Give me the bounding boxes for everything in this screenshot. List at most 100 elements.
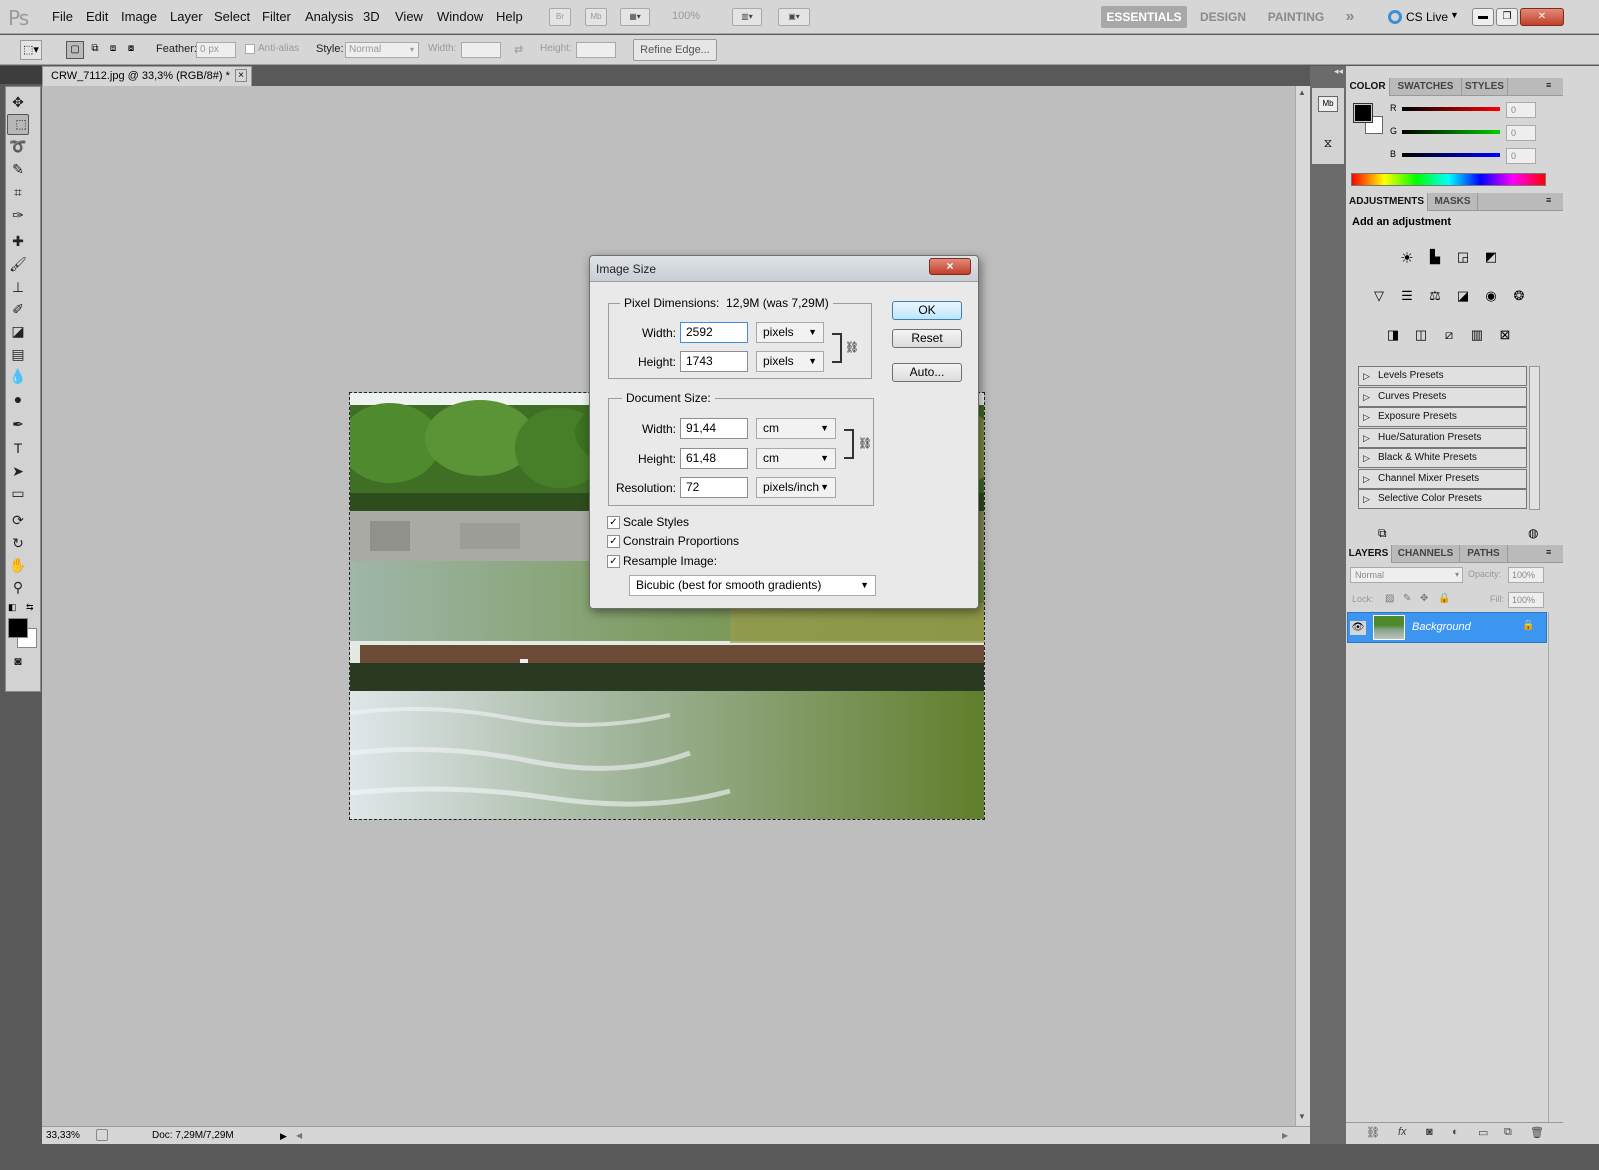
minibridge-panel-icon[interactable]: Mb	[1318, 96, 1338, 112]
history-panel-icon[interactable]: ⧖	[1318, 136, 1338, 154]
subtract-selection-icon[interactable]: ⧈	[104, 41, 122, 59]
crop-tool-icon[interactable]: ⌗	[7, 182, 29, 202]
lasso-tool-icon[interactable]: ➰	[7, 136, 29, 156]
move-tool-icon[interactable]: ✥	[7, 92, 29, 112]
pd-width-input[interactable]: 2592	[680, 322, 748, 343]
layers-panel-menu-icon[interactable]: ≡	[1546, 547, 1551, 557]
intersect-selection-icon[interactable]: ⧇	[122, 41, 140, 59]
resample-image-label[interactable]: Resample Image:	[623, 554, 717, 568]
blend-mode-select[interactable]: Normal ▾	[1350, 567, 1463, 583]
ds-height-unit-select[interactable]: cm ▼	[756, 448, 836, 469]
new-selection-icon[interactable]: ▢	[66, 41, 84, 59]
adjustments-panel-menu-icon[interactable]: ≡	[1546, 195, 1551, 205]
feather-input[interactable]: 0 px	[196, 42, 236, 58]
tab-swatches[interactable]: SWATCHES	[1390, 78, 1462, 96]
tool-preset-icon[interactable]: ⬚▾	[20, 40, 42, 60]
healing-brush-tool-icon[interactable]: ✚	[7, 231, 29, 251]
layer-mask-icon[interactable]: ◙	[1426, 1126, 1433, 1138]
auto-button[interactable]: Auto...	[892, 363, 962, 382]
adjustment-options-icon[interactable]: ◍	[1528, 526, 1538, 540]
preset-levels[interactable]: Levels Presets	[1358, 366, 1527, 386]
ds-height-input[interactable]: 61,48	[680, 448, 748, 469]
tab-masks[interactable]: MASKS	[1428, 193, 1478, 211]
color-balance-icon[interactable]: ⚖	[1424, 288, 1446, 310]
pen-tool-icon[interactable]: ✒	[7, 414, 29, 434]
swap-icon[interactable]: ⇄	[514, 43, 523, 56]
scale-styles-label[interactable]: Scale Styles	[623, 515, 689, 529]
layers-scrollbar[interactable]	[1548, 612, 1562, 1122]
menu-3d[interactable]: 3D	[363, 9, 380, 24]
color-fg-swatch[interactable]	[1353, 103, 1373, 123]
menu-image[interactable]: Image	[121, 9, 157, 24]
arrange-documents-icon[interactable]: ▥▾	[732, 8, 762, 26]
menu-edit[interactable]: Edit	[86, 9, 108, 24]
tab-layers[interactable]: LAYERS	[1346, 545, 1392, 563]
menu-filter[interactable]: Filter	[262, 9, 291, 24]
path-selection-tool-icon[interactable]: ➤	[7, 461, 29, 481]
3d-orbit-tool-icon[interactable]: ↻	[7, 533, 29, 553]
scale-styles-checkbox[interactable]: ✓	[607, 516, 620, 529]
vertical-scrollbar[interactable]: ▲ ▼	[1295, 86, 1310, 1126]
cslive-label[interactable]: CS Live	[1406, 10, 1448, 24]
scroll-left-icon[interactable]: ◀	[296, 1128, 302, 1144]
blue-value[interactable]: 0	[1506, 148, 1536, 164]
foreground-color-swatch[interactable]	[8, 618, 28, 638]
document-tab[interactable]: CRW_7112.jpg @ 33,3% (RGB/8#) * ×	[42, 66, 252, 86]
status-zoom[interactable]: 33,33%	[46, 1128, 80, 1144]
preset-exposure[interactable]: Exposure Presets	[1358, 407, 1527, 427]
screen-mode-icon[interactable]: ▣▾	[778, 8, 810, 26]
reset-button[interactable]: Reset	[892, 329, 962, 348]
gradient-map-icon[interactable]: ▥	[1466, 327, 1488, 349]
close-tab-icon[interactable]: ×	[235, 69, 247, 82]
refine-edge-button[interactable]: Refine Edge...	[633, 39, 717, 61]
red-value[interactable]: 0	[1506, 102, 1536, 118]
workspace-essentials[interactable]: ESSENTIALS	[1101, 6, 1187, 28]
menu-view[interactable]: View	[395, 9, 423, 24]
menu-analysis[interactable]: Analysis	[305, 9, 353, 24]
workspace-painting[interactable]: PAINTING	[1262, 6, 1330, 28]
brightness-contrast-icon[interactable]: ☀	[1396, 249, 1418, 271]
dialog-close-button[interactable]: ×	[929, 258, 971, 275]
height-input[interactable]	[576, 42, 616, 58]
workspace-design[interactable]: DESIGN	[1194, 6, 1252, 28]
status-preview-icon[interactable]	[96, 1129, 108, 1141]
scroll-right-icon[interactable]: ▶	[1282, 1128, 1288, 1144]
exposure-icon[interactable]: ◩	[1480, 249, 1502, 271]
style-select[interactable]: Normal ▾	[345, 42, 419, 58]
constrain-proportions-label[interactable]: Constrain Proportions	[623, 534, 739, 548]
status-menu-icon[interactable]: ▶	[280, 1128, 287, 1144]
eyedropper-tool-icon[interactable]: ✑	[7, 205, 29, 225]
lock-position-icon[interactable]: ✥	[1420, 593, 1428, 604]
pd-width-unit-select[interactable]: pixels ▼	[756, 322, 824, 343]
bridge-icon[interactable]: Br	[549, 8, 571, 26]
tab-adjustments[interactable]: ADJUSTMENTS	[1346, 193, 1428, 211]
new-adjustment-layer-icon[interactable]: ◐	[1452, 1126, 1459, 1138]
channel-mixer-icon[interactable]: ❂	[1508, 288, 1530, 310]
collapse-dock-icon[interactable]: ◂◂	[1334, 66, 1343, 77]
green-slider[interactable]	[1402, 130, 1500, 134]
constrain-proportions-checkbox[interactable]: ✓	[607, 535, 620, 548]
brush-tool-icon[interactable]: 🖌	[7, 254, 29, 274]
marquee-tool-icon[interactable]: ⬚	[7, 114, 29, 135]
lock-transparency-icon[interactable]: ▨	[1385, 593, 1394, 604]
scroll-up-icon[interactable]: ▲	[1298, 88, 1306, 97]
threshold-icon[interactable]: ⧄	[1438, 327, 1460, 349]
tab-color[interactable]: COLOR	[1346, 78, 1390, 96]
preset-selective-color[interactable]: Selective Color Presets	[1358, 489, 1527, 509]
rectangle-tool-icon[interactable]: ▭	[7, 483, 29, 503]
restore-icon[interactable]: ❐	[1496, 8, 1518, 26]
menu-select[interactable]: Select	[214, 9, 250, 24]
vibrance-icon[interactable]: ▽	[1368, 288, 1390, 310]
clip-to-layer-icon[interactable]: ⧉	[1378, 526, 1387, 541]
link-layers-icon[interactable]: ⛓	[1366, 1126, 1380, 1139]
zoom-level[interactable]: 100%	[672, 10, 700, 22]
preset-channel-mixer[interactable]: Channel Mixer Presets	[1358, 469, 1527, 489]
ds-width-input[interactable]: 91,44	[680, 418, 748, 439]
red-slider[interactable]	[1402, 107, 1500, 111]
menu-layer[interactable]: Layer	[170, 9, 203, 24]
layer-name[interactable]: Background	[1412, 621, 1471, 633]
blur-tool-icon[interactable]: 💧	[7, 366, 29, 386]
color-panel-menu-icon[interactable]: ≡	[1546, 80, 1551, 90]
blue-slider[interactable]	[1402, 153, 1500, 157]
curves-icon[interactable]: ◲	[1452, 249, 1474, 271]
